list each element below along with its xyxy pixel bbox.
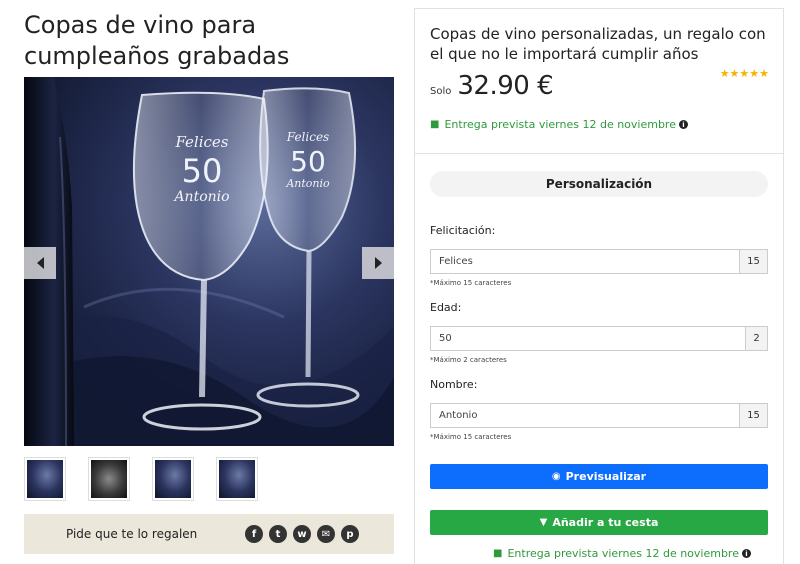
product-title: Copas de vino para cumpleaños grabadas — [24, 11, 290, 70]
thumbnail-3[interactable] — [152, 457, 194, 501]
felicitacion-field[interactable]: 15 — [430, 249, 768, 274]
edad-input[interactable] — [431, 327, 745, 350]
panel-header: Copas de vino personalizadas, un regalo … — [415, 9, 783, 154]
email-icon[interactable]: ✉ — [317, 525, 335, 543]
thumbnail-image — [155, 460, 191, 498]
preview-button[interactable]: ◉ Previsualizar — [430, 464, 768, 489]
thumbnail-image — [91, 460, 127, 498]
nombre-input[interactable] — [431, 404, 739, 427]
svg-text:50: 50 — [290, 145, 326, 178]
thumbnail-image — [27, 460, 63, 498]
truck-icon: ■ — [493, 548, 503, 559]
price-row: Solo 32.90 € — [430, 71, 554, 101]
chevron-right-icon — [374, 257, 382, 269]
svg-text:Antonio: Antonio — [285, 177, 330, 190]
field-label-felicitacion: Felicitación: — [430, 224, 496, 237]
chevron-left-icon — [36, 257, 44, 269]
delivery-text: Entrega prevista viernes 12 de noviembre — [507, 547, 739, 560]
field-label-edad: Edad: — [430, 301, 462, 314]
product-photo: Felices 50 Antonio Felices 50 Antonio — [24, 77, 394, 446]
field-hint: *Máximo 2 caracteres — [430, 356, 507, 364]
pinterest-icon[interactable]: p — [341, 525, 359, 543]
edad-field[interactable]: 2 — [430, 326, 768, 351]
svg-text:50: 50 — [182, 152, 223, 190]
rating-stars[interactable]: ★★★★★ — [720, 67, 769, 80]
field-hint: *Máximo 15 caracteres — [430, 279, 512, 287]
facebook-icon[interactable]: f — [245, 525, 263, 543]
char-count: 2 — [745, 327, 767, 350]
thumbnail-image — [219, 460, 255, 498]
field-hint: *Máximo 15 caracteres — [430, 433, 512, 441]
info-icon[interactable]: i — [742, 549, 751, 558]
gallery-prev-button[interactable] — [24, 247, 56, 279]
nombre-field[interactable]: 15 — [430, 403, 768, 428]
share-bar: Pide que te lo regalen f t w ✉ p — [24, 514, 394, 554]
price-prefix: Solo — [430, 86, 452, 97]
delivery-text: Entrega prevista viernes 12 de noviembre — [444, 118, 676, 131]
purchase-panel: Copas de vino personalizadas, un regalo … — [414, 8, 784, 564]
preview-button-label: Previsualizar — [565, 470, 647, 483]
truck-icon: ■ — [430, 119, 440, 130]
field-label-nombre: Nombre: — [430, 378, 478, 391]
svg-text:Felices: Felices — [174, 133, 228, 151]
thumbnail-4[interactable] — [216, 457, 258, 501]
svg-text:Antonio: Antonio — [172, 189, 229, 205]
whatsapp-icon[interactable]: w — [293, 525, 311, 543]
gallery-next-button[interactable] — [362, 247, 394, 279]
thumbnail-2[interactable] — [88, 457, 130, 501]
delivery-estimate: ■ Entrega prevista viernes 12 de noviemb… — [430, 118, 688, 131]
felicitacion-input[interactable] — [431, 250, 739, 273]
eye-icon: ◉ — [551, 471, 561, 482]
thumbnail-1[interactable] — [24, 457, 66, 501]
thumbnail-strip — [24, 457, 258, 501]
info-icon[interactable]: i — [679, 120, 688, 129]
char-count: 15 — [739, 404, 767, 427]
share-label: Pide que te lo regalen — [66, 527, 198, 541]
product-image-gallery[interactable]: Felices 50 Antonio Felices 50 Antonio — [24, 77, 394, 446]
twitter-icon[interactable]: t — [269, 525, 287, 543]
share-icons: f t w ✉ p — [245, 525, 359, 543]
char-count: 15 — [739, 250, 767, 273]
personalization-header: Personalización — [430, 171, 768, 197]
add-to-cart-label: Añadir a tu cesta — [552, 516, 659, 529]
add-to-cart-button[interactable]: ▼ Añadir a tu cesta — [430, 510, 768, 535]
product-subtitle: Copas de vino personalizadas, un regalo … — [430, 25, 766, 63]
delivery-estimate-bottom: ■ Entrega prevista viernes 12 de noviemb… — [493, 547, 751, 560]
price: 32.90 € — [457, 71, 554, 101]
cart-icon: ▼ — [539, 517, 548, 528]
svg-text:Felices: Felices — [286, 130, 329, 144]
